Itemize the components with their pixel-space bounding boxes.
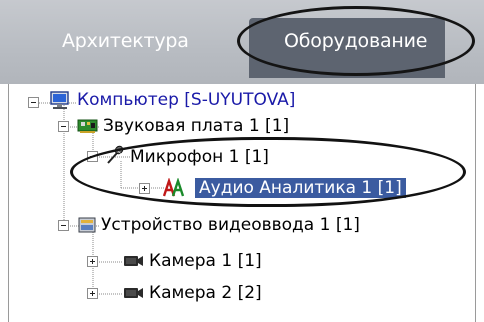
camera-icon [124, 288, 143, 298]
expander-audio-analytics[interactable] [139, 183, 150, 194]
tree-node-camera-1[interactable]: Камера 1 [1] [149, 251, 262, 271]
tab-architecture[interactable]: Архитектура [62, 30, 189, 52]
sound-card-icon [77, 119, 98, 133]
tree-node-microphone[interactable]: Микрофон 1 [1] [130, 147, 269, 167]
computer-icon [50, 91, 69, 109]
expander-camera-2[interactable] [87, 288, 98, 299]
tab-equipment[interactable]: Оборудование [284, 30, 427, 52]
tree-node-audio-analytics[interactable]: Аудио Аналитика 1 [1] [195, 178, 406, 198]
tree-node-sound-card[interactable]: Звуковая плата 1 [1] [103, 116, 289, 136]
tab-bar: Архитектура Оборудование [0, 0, 484, 84]
video-input-device-icon [78, 217, 96, 233]
tree-node-video-input-device[interactable]: Устройство видеоввода 1 [1] [101, 215, 360, 235]
hardware-tree-window: Архитектура Оборудование Компьютер [S-UY… [0, 0, 484, 322]
expander-video-input[interactable] [58, 220, 69, 231]
expander-camera-1[interactable] [87, 256, 98, 267]
tree-node-computer[interactable]: Компьютер [S-UYUTOVA] [77, 90, 295, 110]
camera-icon [124, 256, 143, 266]
expander-microphone[interactable] [87, 151, 98, 162]
expander-computer[interactable] [28, 97, 39, 108]
tree-node-camera-2[interactable]: Камера 2 [2] [149, 283, 262, 303]
audio-analytics-icon [163, 178, 185, 197]
microphone-icon [107, 145, 124, 164]
expander-sound-card[interactable] [58, 121, 69, 132]
